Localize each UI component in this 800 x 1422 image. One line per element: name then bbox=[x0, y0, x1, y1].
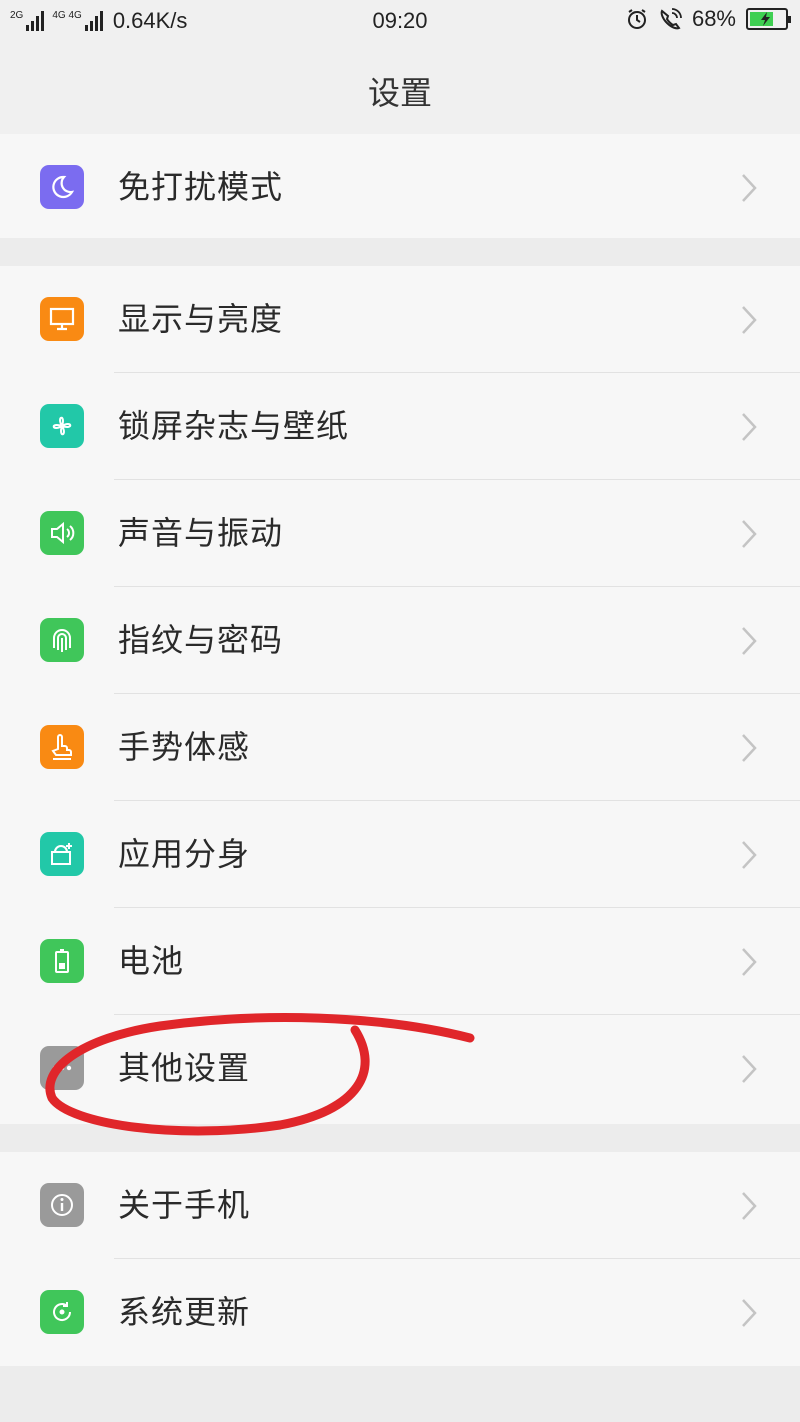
pinwheel-icon bbox=[40, 404, 84, 448]
chevron-right-icon bbox=[742, 841, 757, 869]
chevron-right-icon bbox=[742, 627, 757, 655]
page-title: 设置 bbox=[367, 74, 432, 112]
settings-item-label: 手势体感 bbox=[118, 728, 251, 766]
settings-item-label: 显示与亮度 bbox=[118, 300, 284, 338]
settings-item-about-phone[interactable]: 关于手机 bbox=[0, 1152, 800, 1259]
alarm-icon bbox=[627, 9, 646, 29]
settings-item-display-brightness[interactable]: 显示与亮度 bbox=[0, 266, 800, 373]
settings-item-gestures-motion[interactable]: 手势体感 bbox=[0, 694, 800, 801]
settings-item-label: 应用分身 bbox=[118, 835, 251, 873]
battery-charging-icon bbox=[746, 8, 791, 30]
moon-icon bbox=[40, 165, 84, 209]
settings-item-label: 指纹与密码 bbox=[118, 621, 284, 659]
status-right: 68% bbox=[626, 6, 791, 32]
chevron-right-icon bbox=[742, 948, 757, 976]
battery-icon bbox=[40, 939, 84, 983]
chevron-right-icon bbox=[742, 413, 757, 441]
settings-item-other-settings[interactable]: 其他设置 bbox=[0, 1015, 800, 1122]
settings-item-label: 电池 bbox=[118, 942, 185, 980]
settings-group-1: 免打扰模式 bbox=[0, 134, 800, 238]
settings-item-label: 声音与振动 bbox=[118, 514, 284, 552]
update-icon bbox=[40, 1290, 84, 1334]
settings-item-sound-vibration[interactable]: 声音与振动 bbox=[0, 480, 800, 587]
settings-item-battery[interactable]: 电池 bbox=[0, 908, 800, 1015]
speaker-icon bbox=[40, 511, 84, 555]
settings-item-system-update[interactable]: 系统更新 bbox=[0, 1259, 800, 1366]
chevron-right-icon bbox=[742, 1192, 757, 1220]
settings-item-lockscreen-wallpaper[interactable]: 锁屏杂志与壁纸 bbox=[0, 373, 800, 480]
settings-item-do-not-disturb[interactable]: 免打扰模式 bbox=[0, 134, 800, 241]
settings-group-3: 关于手机 系统更新 bbox=[0, 1152, 800, 1366]
more-settings-icon bbox=[40, 1046, 84, 1090]
settings-item-label: 免打扰模式 bbox=[118, 168, 284, 206]
chevron-right-icon bbox=[742, 174, 757, 202]
title-bar: 设置 bbox=[0, 44, 800, 134]
settings-item-label: 其他设置 bbox=[118, 1049, 251, 1087]
chevron-right-icon bbox=[742, 306, 757, 334]
info-icon bbox=[40, 1183, 84, 1227]
monitor-icon bbox=[40, 297, 84, 341]
settings-item-fingerprint-password[interactable]: 指纹与密码 bbox=[0, 587, 800, 694]
chevron-right-icon bbox=[742, 1299, 757, 1327]
settings-item-label: 锁屏杂志与壁纸 bbox=[118, 407, 350, 445]
settings-group-2: 显示与亮度 锁屏杂志与壁纸 声音与振动 指纹与密码 手势体感 应用分身 电池 其… bbox=[0, 266, 800, 1124]
status-bar: 2G 4G 4G 0.64K/s 09:20 68% bbox=[0, 0, 800, 44]
wifi-call-icon bbox=[660, 8, 682, 30]
chevron-right-icon bbox=[742, 734, 757, 762]
chevron-right-icon bbox=[742, 1055, 757, 1083]
battery-percent: 68% bbox=[691, 6, 736, 31]
settings-item-app-clone[interactable]: 应用分身 bbox=[0, 801, 800, 908]
fingerprint-icon bbox=[40, 618, 84, 662]
settings-item-label: 关于手机 bbox=[118, 1186, 251, 1224]
app-clone-icon bbox=[40, 832, 84, 876]
settings-item-label: 系统更新 bbox=[118, 1293, 251, 1331]
hand-gesture-icon bbox=[40, 725, 84, 769]
chevron-right-icon bbox=[742, 520, 757, 548]
